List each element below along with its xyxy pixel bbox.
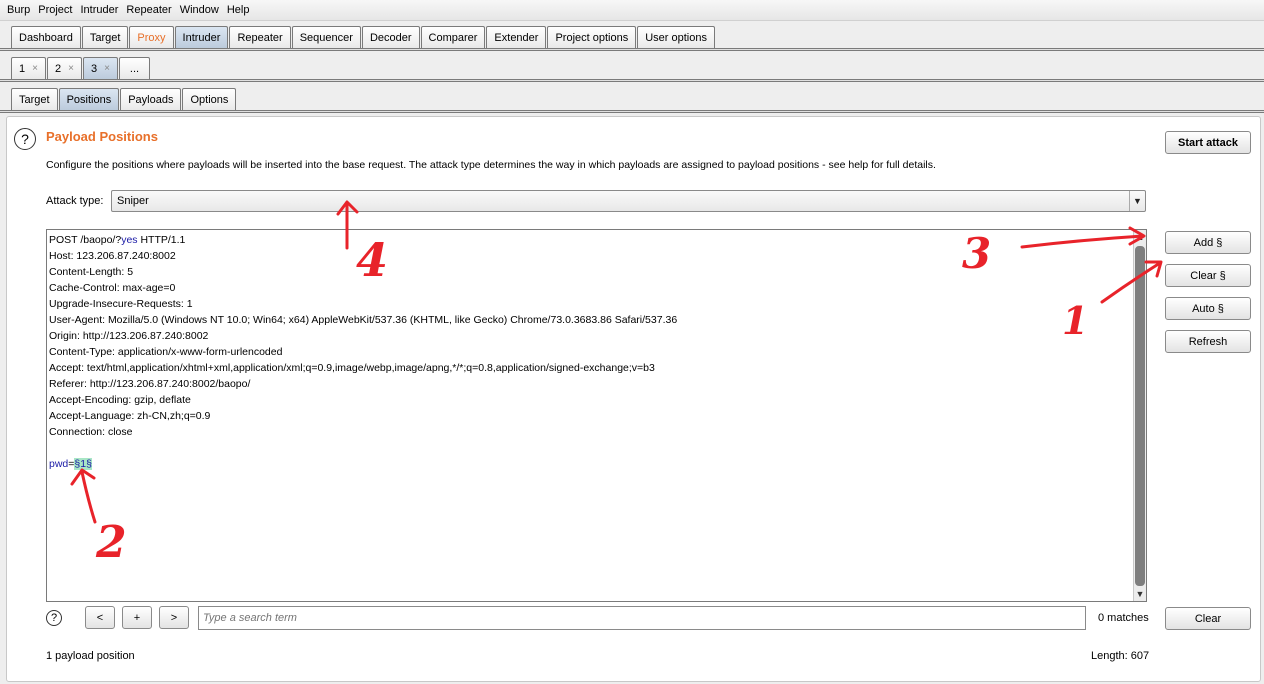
request-body: pwd=§1§ — [49, 458, 92, 470]
main-tab-bar: Dashboard Target Proxy Intruder Repeater… — [11, 26, 716, 48]
scroll-up-icon[interactable]: ▲ — [1134, 230, 1146, 244]
subtab-positions[interactable]: Positions — [58, 88, 120, 110]
close-icon[interactable]: × — [68, 63, 74, 74]
request-length: Length: 607 — [1091, 650, 1150, 662]
attack-type-select[interactable]: Sniper ▼ — [111, 190, 1146, 212]
refresh-button[interactable]: Refresh — [1165, 330, 1251, 353]
attack-type-label: Attack type: — [46, 195, 104, 207]
subtab-payloads[interactable]: Payloads — [120, 88, 182, 110]
tab-dashboard[interactable]: Dashboard — [11, 26, 81, 48]
menu-repeater[interactable]: Repeater — [125, 4, 172, 16]
attack-tab-2[interactable]: 2 × — [46, 57, 82, 79]
help-icon[interactable]: ? — [14, 128, 36, 150]
menu-window[interactable]: Window — [179, 4, 220, 16]
attack-tab-label: 2 — [54, 62, 62, 75]
tab-divider — [0, 110, 1264, 113]
attack-tab-label: 1 — [19, 62, 26, 75]
request-header: Content-Type: application/x-www-form-url… — [49, 346, 283, 358]
page-title: Payload Positions — [46, 129, 158, 144]
request-header: Connection: close — [49, 426, 133, 438]
attack-tab-label: 3 — [90, 62, 98, 75]
attack-tab-3[interactable]: 3 × — [82, 57, 118, 79]
tab-repeater[interactable]: Repeater — [229, 26, 291, 48]
menu-intruder[interactable]: Intruder — [80, 4, 120, 16]
close-icon[interactable]: × — [32, 63, 38, 74]
previous-match-button[interactable]: < — [85, 606, 115, 629]
menu-help[interactable]: Help — [226, 4, 251, 16]
request-header: Referer: http://123.206.87.240:8002/baop… — [49, 378, 251, 390]
search-input[interactable] — [198, 606, 1086, 630]
tab-proxy[interactable]: Proxy — [129, 26, 174, 48]
tab-decoder[interactable]: Decoder — [361, 26, 420, 48]
tab-intruder[interactable]: Intruder — [174, 26, 229, 48]
search-help-icon[interactable]: ? — [46, 610, 62, 626]
clear-search-button[interactable]: Clear — [1165, 607, 1251, 630]
attack-tab-label: ... — [129, 62, 140, 75]
request-header: Upgrade-Insecure-Requests: 1 — [49, 298, 193, 310]
editor-scrollbar[interactable]: ▲ ▼ — [1133, 230, 1146, 601]
menu-bar: Burp Project Intruder Repeater Window He… — [0, 0, 1264, 21]
request-editor[interactable]: POST /baopo/?yes HTTP/1.1 Host: 123.206.… — [46, 229, 1147, 602]
search-options-button[interactable]: + — [122, 606, 152, 629]
subtab-target[interactable]: Target — [11, 88, 58, 110]
new-attack-tab[interactable]: ... — [118, 57, 151, 79]
request-header: Cache-Control: max-age=0 — [49, 282, 176, 294]
close-icon[interactable]: × — [104, 63, 110, 74]
request-header: Origin: http://123.206.87.240:8002 — [49, 330, 209, 342]
subtab-options[interactable]: Options — [182, 88, 237, 110]
request-header: Accept-Encoding: gzip, deflate — [49, 394, 191, 406]
payload-position-count: 1 payload position — [46, 650, 135, 662]
tab-divider — [0, 79, 1264, 82]
request-header: Accept-Language: zh-CN,zh;q=0.9 — [49, 410, 211, 422]
tab-project-options[interactable]: Project options — [547, 26, 637, 48]
sub-tab-bar: Target Positions Payloads Options — [11, 88, 237, 110]
tab-target[interactable]: Target — [81, 26, 129, 48]
payload-marker[interactable]: §1§ — [74, 458, 92, 470]
tab-divider — [0, 48, 1264, 51]
auto-markers-button[interactable]: Auto § — [1165, 297, 1251, 320]
request-header: Accept: text/html,application/xhtml+xml,… — [49, 362, 655, 374]
panel-description: Configure the positions where payloads w… — [46, 159, 936, 171]
request-text[interactable]: POST /baopo/?yes HTTP/1.1 Host: 123.206.… — [49, 232, 677, 472]
request-header: Host: 123.206.87.240:8002 — [49, 250, 176, 262]
request-header: User-Agent: Mozilla/5.0 (Windows NT 10.0… — [49, 314, 678, 326]
tab-user-options[interactable]: User options — [637, 26, 715, 48]
add-marker-button[interactable]: Add § — [1165, 231, 1251, 254]
chevron-down-icon[interactable]: ▼ — [1129, 191, 1145, 211]
request-header: Content-Length: 5 — [49, 266, 134, 278]
request-line: POST /baopo/?yes HTTP/1.1 — [49, 234, 186, 246]
body-param: pwd — [49, 458, 69, 470]
menu-project[interactable]: Project — [37, 4, 73, 16]
start-attack-button[interactable]: Start attack — [1165, 131, 1251, 154]
next-match-button[interactable]: > — [159, 606, 189, 629]
match-count: 0 matches — [1098, 612, 1149, 624]
attack-type-value: Sniper — [117, 195, 149, 207]
menu-burp[interactable]: Burp — [6, 4, 31, 16]
tab-sequencer[interactable]: Sequencer — [291, 26, 361, 48]
scroll-down-icon[interactable]: ▼ — [1134, 587, 1146, 601]
tab-comparer[interactable]: Comparer — [420, 26, 486, 48]
tab-extender[interactable]: Extender — [486, 26, 547, 48]
attack-tab-1[interactable]: 1 × — [11, 57, 46, 79]
clear-markers-button[interactable]: Clear § — [1165, 264, 1251, 287]
attack-tab-bar: 1 × 2 × 3 × ... — [11, 57, 151, 79]
scroll-thumb[interactable] — [1135, 246, 1145, 586]
